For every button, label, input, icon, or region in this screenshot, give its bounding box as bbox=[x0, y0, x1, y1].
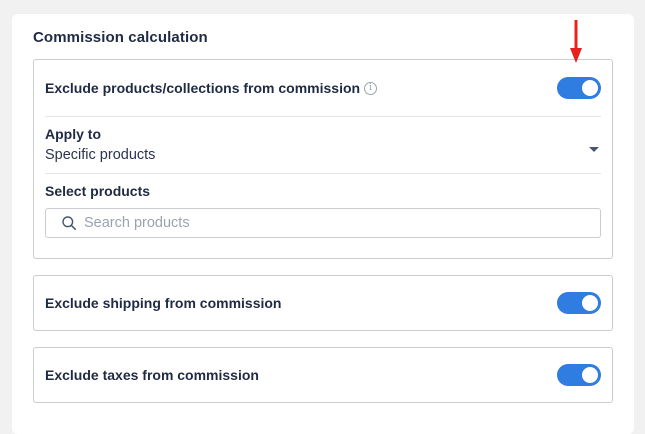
section-title: Commission calculation bbox=[33, 29, 208, 46]
divider bbox=[45, 173, 601, 174]
search-input[interactable] bbox=[84, 209, 584, 237]
toggle-knob bbox=[582, 367, 598, 383]
exclude-shipping-toggle[interactable] bbox=[557, 292, 601, 314]
exclude-shipping-card: Exclude shipping from commission bbox=[33, 275, 613, 331]
toggle-knob bbox=[582, 295, 598, 311]
exclude-products-label: Exclude products/collections from commis… bbox=[45, 80, 361, 96]
exclude-products-card: Exclude products/collections from commis… bbox=[33, 59, 613, 259]
exclude-taxes-toggle[interactable] bbox=[557, 364, 601, 386]
info-icon[interactable]: i bbox=[364, 82, 377, 95]
annotation-arrow-icon bbox=[570, 20, 582, 63]
apply-to-label: Apply to bbox=[45, 126, 101, 142]
divider bbox=[45, 116, 601, 117]
apply-to-select[interactable]: Specific products bbox=[45, 147, 155, 163]
exclude-taxes-label: Exclude taxes from commission bbox=[45, 367, 259, 383]
commission-panel: Commission calculation Exclude products/… bbox=[12, 14, 634, 434]
toggle-knob bbox=[582, 80, 598, 96]
search-icon bbox=[62, 216, 76, 230]
exclude-products-toggle[interactable] bbox=[557, 77, 601, 99]
exclude-taxes-card: Exclude taxes from commission bbox=[33, 347, 613, 403]
select-products-label: Select products bbox=[45, 183, 151, 199]
chevron-down-icon[interactable] bbox=[589, 147, 599, 152]
exclude-shipping-label: Exclude shipping from commission bbox=[45, 295, 282, 311]
search-box[interactable] bbox=[45, 208, 601, 238]
